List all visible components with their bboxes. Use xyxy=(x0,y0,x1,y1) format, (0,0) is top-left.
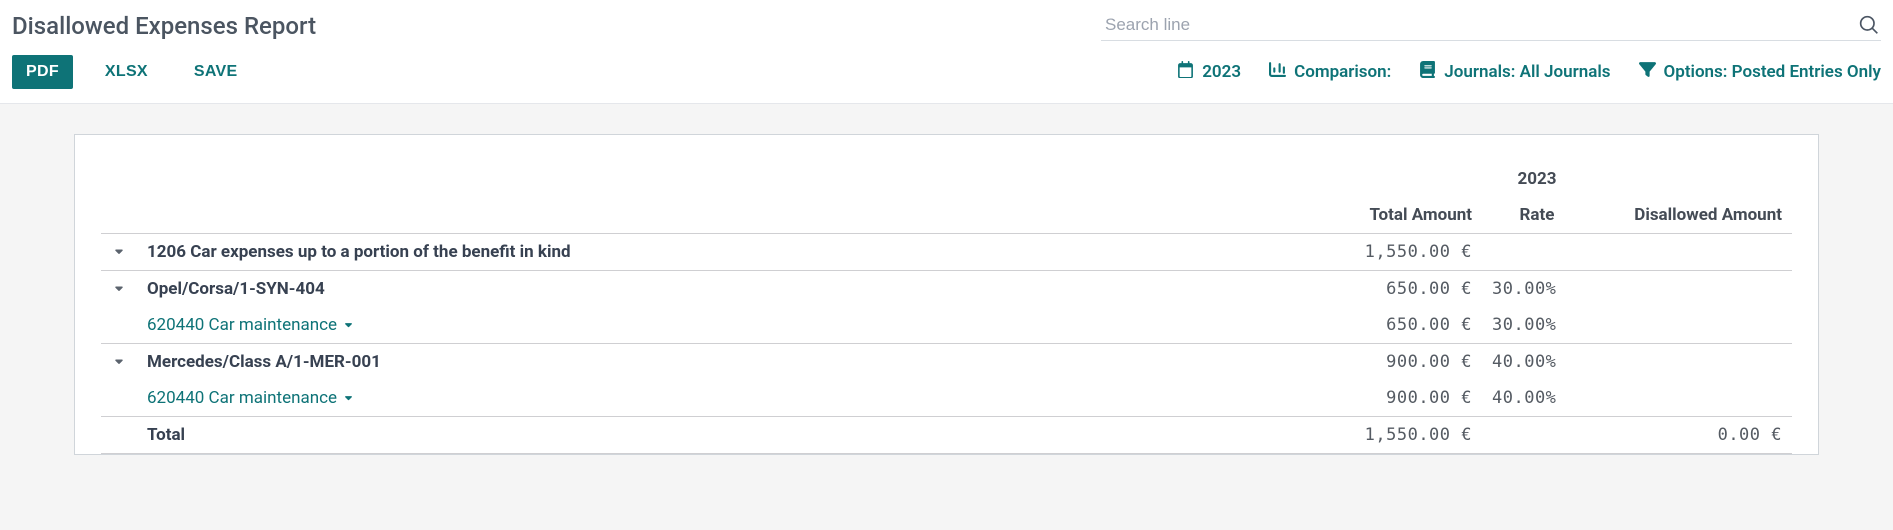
caret-down-icon[interactable] xyxy=(113,352,125,372)
col-disallowed: Disallowed Amount xyxy=(1592,197,1792,234)
filter-bar: 2023 Comparison: Journals: All Journals … xyxy=(1177,61,1881,83)
xlsx-button[interactable]: XLSX xyxy=(91,55,162,89)
caret-down-icon xyxy=(343,388,354,408)
row-amount: 650.00 € xyxy=(1312,307,1482,344)
col-rate: Rate xyxy=(1482,197,1592,234)
table-row: 1206 Car expenses up to a portion of the… xyxy=(101,234,1792,271)
report-table: 2023 Total Amount Rate Disallowed Amount… xyxy=(101,161,1792,454)
total-label: Total xyxy=(137,417,1312,454)
row-disallowed xyxy=(1592,307,1792,344)
row-disallowed xyxy=(1592,234,1792,271)
row-label[interactable]: 1206 Car expenses up to a portion of the… xyxy=(137,234,1312,271)
total-row: Total1,550.00 € 0.00 € xyxy=(101,417,1792,454)
row-label[interactable]: Opel/Corsa/1-SYN-404 xyxy=(137,271,1312,308)
row-amount: 650.00 € xyxy=(1312,271,1482,308)
total-disallowed: 0.00 € xyxy=(1592,417,1792,454)
calendar-icon xyxy=(1177,61,1194,83)
filter-journals-label: Journals: All Journals xyxy=(1444,62,1610,82)
top-bar: Disallowed Expenses Report PDF XLSX SAVE… xyxy=(0,0,1893,104)
table-row: 620440 Car maintenance 650.00 €30.00% xyxy=(101,307,1792,344)
row-label[interactable]: Mercedes/Class A/1-MER-001 xyxy=(137,344,1312,381)
search-container xyxy=(1101,10,1881,41)
account-link[interactable]: 620440 Car maintenance xyxy=(147,315,354,335)
save-button[interactable]: SAVE xyxy=(180,55,252,89)
row-amount: 900.00 € xyxy=(1312,344,1482,381)
export-buttons: PDF XLSX SAVE xyxy=(12,55,252,89)
filter-icon xyxy=(1639,61,1656,83)
row-rate: 30.00% xyxy=(1482,271,1592,308)
col-total-amount: Total Amount xyxy=(1312,197,1482,234)
row-amount: 900.00 € xyxy=(1312,380,1482,417)
content-area: 2023 Total Amount Rate Disallowed Amount… xyxy=(0,104,1893,455)
filter-period[interactable]: 2023 xyxy=(1177,61,1241,83)
filter-comparison[interactable]: Comparison: xyxy=(1269,61,1391,83)
page-title: Disallowed Expenses Report xyxy=(12,12,316,40)
caret-down-icon[interactable] xyxy=(113,279,125,299)
table-row: 620440 Car maintenance 900.00 €40.00% xyxy=(101,380,1792,417)
book-icon xyxy=(1419,61,1436,83)
row-rate: 40.00% xyxy=(1482,380,1592,417)
row-label: 620440 Car maintenance xyxy=(137,380,1312,417)
row-label: 620440 Car maintenance xyxy=(137,307,1312,344)
table-row: Mercedes/Class A/1-MER-001900.00 €40.00% xyxy=(101,344,1792,381)
row-rate: 30.00% xyxy=(1482,307,1592,344)
caret-down-icon[interactable] xyxy=(113,242,125,262)
total-amount: 1,550.00 € xyxy=(1312,417,1482,454)
search-input[interactable] xyxy=(1103,14,1859,36)
row-amount: 1,550.00 € xyxy=(1312,234,1482,271)
pdf-button[interactable]: PDF xyxy=(12,55,73,89)
filter-options[interactable]: Options: Posted Entries Only xyxy=(1639,61,1881,83)
search-icon[interactable] xyxy=(1859,15,1879,35)
report-sheet: 2023 Total Amount Rate Disallowed Amount… xyxy=(74,134,1819,455)
filter-journals[interactable]: Journals: All Journals xyxy=(1419,61,1610,83)
filter-comparison-label: Comparison: xyxy=(1294,62,1391,82)
caret-down-icon xyxy=(343,315,354,335)
row-rate: 40.00% xyxy=(1482,344,1592,381)
row-disallowed xyxy=(1592,344,1792,381)
table-row: Opel/Corsa/1-SYN-404650.00 €30.00% xyxy=(101,271,1792,308)
account-link[interactable]: 620440 Car maintenance xyxy=(147,388,354,408)
filter-period-label: 2023 xyxy=(1202,62,1241,82)
row-rate xyxy=(1482,234,1592,271)
period-header: 2023 xyxy=(1482,161,1592,197)
filter-options-label: Options: Posted Entries Only xyxy=(1664,62,1881,82)
bar-chart-icon xyxy=(1269,61,1286,83)
row-disallowed xyxy=(1592,271,1792,308)
row-disallowed xyxy=(1592,380,1792,417)
